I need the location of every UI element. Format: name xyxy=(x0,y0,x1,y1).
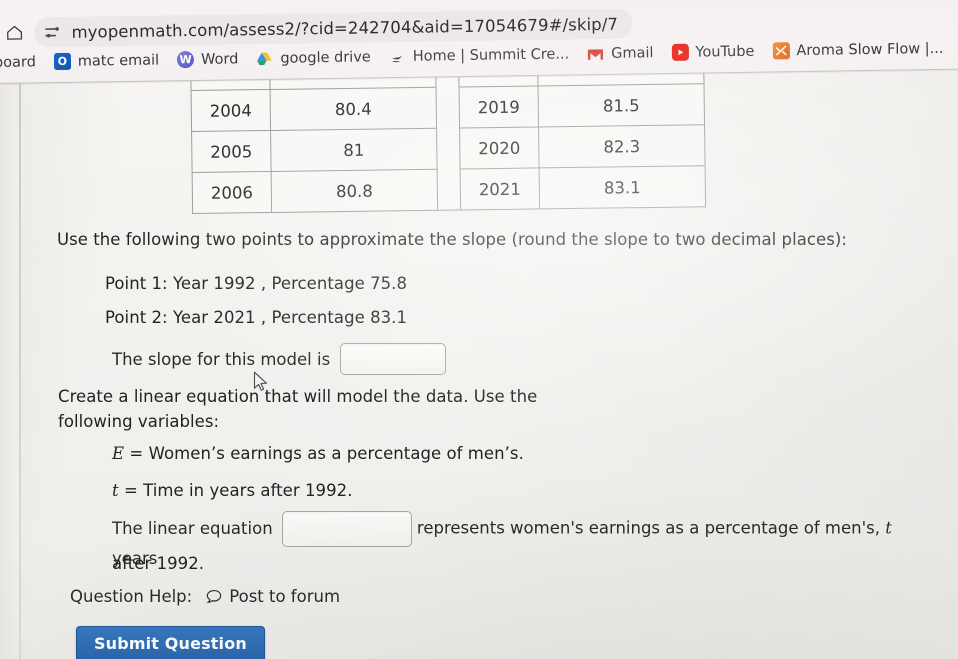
cell-year-right: 2020 xyxy=(459,126,540,169)
microsoft-word-icon: W xyxy=(176,51,195,69)
slope-answer-label: The slope for this model is xyxy=(112,349,331,369)
table-row: 2004 80.4 2019 81.5 xyxy=(191,83,705,132)
cell-year-right: 2019 xyxy=(459,85,539,128)
slope-answer-input[interactable] xyxy=(340,343,447,375)
speech-bubble-icon xyxy=(206,589,222,604)
bookmark-label: YouTube xyxy=(695,43,755,61)
bookmark-label: Word xyxy=(200,50,239,68)
bookmark-google-drive[interactable]: google drive xyxy=(247,45,380,70)
cell-pct-left: 80.4 xyxy=(270,87,437,131)
variable-e-equals: = xyxy=(129,444,144,463)
bookmark-label: matc email xyxy=(77,52,160,70)
aroma-icon xyxy=(772,42,790,60)
create-equation-instruction: Create a linear equation that will model… xyxy=(58,387,538,431)
point-1-text: Point 1: Year 1992 , Percentage 75.8 xyxy=(105,274,408,293)
gmail-icon xyxy=(587,45,604,62)
variable-t-equals: = xyxy=(123,481,138,500)
variable-e-symbol: E xyxy=(112,444,125,463)
home-icon[interactable] xyxy=(4,23,24,43)
bookmark-youtube[interactable]: YouTube xyxy=(662,40,763,64)
bookmark-aroma-slow-flow[interactable]: Aroma Slow Flow |... xyxy=(763,37,952,63)
bookmark-matc-email[interactable]: O matc email xyxy=(45,48,169,73)
cell-spacer xyxy=(436,127,461,170)
bookmark-label: Aroma Slow Flow |... xyxy=(796,40,944,59)
submit-question-button[interactable]: Submit Question xyxy=(76,626,265,659)
cell-year-left: 2005 xyxy=(191,130,272,173)
bookmark-label: Gmail xyxy=(611,44,654,62)
equation-suffix-a: represents women's earnings as a percent… xyxy=(416,518,880,538)
tune-sliders-icon[interactable] xyxy=(43,23,60,40)
cell-year-left: 2004 xyxy=(191,89,271,132)
bookmark-summit-cre[interactable]: Home | Summit Cre... xyxy=(380,42,579,68)
post-to-forum-label: Post to forum xyxy=(229,587,341,606)
table-row: 2005 81 2020 82.3 xyxy=(191,124,706,173)
equation-answer-row: The linear equation represents women's e… xyxy=(112,511,912,571)
bookmark-board[interactable]: board xyxy=(0,51,45,74)
cell-pct-left: 80.8 xyxy=(271,169,438,213)
google-drive-icon xyxy=(256,50,273,67)
variable-t-definition: t = Time in years after 1992. xyxy=(112,479,353,504)
equation-answer-input[interactable] xyxy=(281,511,412,547)
cell-pct-right: 81.5 xyxy=(538,83,705,127)
question-help-row: Question Help: Post to forum xyxy=(70,587,340,606)
youtube-icon xyxy=(671,43,689,61)
variable-e-definition: E = Women’s earnings as a percentage of … xyxy=(112,442,524,467)
cell-pct-right: 83.1 xyxy=(539,165,706,209)
equation-line-2: after 1992. xyxy=(112,554,205,573)
point-2-text: Point 2: Year 2021 , Percentage 83.1 xyxy=(105,308,408,327)
bookmark-gmail[interactable]: Gmail xyxy=(578,41,663,65)
summit-icon xyxy=(389,48,406,65)
bookmark-amazon[interactable]: a amazon xyxy=(952,35,958,59)
address-bar-url: myopenmath.com/assess2/?cid=242704&aid=1… xyxy=(71,14,619,42)
variable-e-text: Women’s earnings as a percentage of men’… xyxy=(148,444,524,463)
cell-pct-right: 82.3 xyxy=(538,124,706,168)
cell-spacer xyxy=(436,86,460,129)
variable-t-symbol: t xyxy=(112,481,119,500)
bookmark-label: Home | Summit Cre... xyxy=(412,45,570,65)
cell-year-left: 2006 xyxy=(192,171,272,214)
bookmark-label: board xyxy=(0,53,36,71)
cell-spacer xyxy=(437,168,461,211)
question-help-label: Question Help: xyxy=(70,587,193,606)
outlook-icon: O xyxy=(53,52,71,71)
slope-instruction-text: Use the following two points to approxim… xyxy=(57,230,847,249)
equation-prefix-label: The linear equation xyxy=(112,519,273,539)
slope-answer-row: The slope for this model is xyxy=(112,343,447,375)
assessment-content: 2003 79.4 2018 81.1 2004 80.4 2019 81.5 … xyxy=(0,0,958,659)
bookmark-word[interactable]: W Word xyxy=(168,47,248,71)
cell-year-right: 2021 xyxy=(460,167,540,210)
post-to-forum-link[interactable]: Post to forum xyxy=(206,587,340,606)
equation-var-t: t xyxy=(885,518,892,538)
variable-t-text: Time in years after 1992. xyxy=(143,481,353,500)
bookmark-label: google drive xyxy=(280,48,371,67)
equation-answer-inline: The linear equation xyxy=(112,511,412,547)
photographed-screen: 2003 79.4 2018 81.1 2004 80.4 2019 81.5 … xyxy=(0,0,958,659)
address-bar[interactable]: myopenmath.com/assess2/?cid=242704&aid=1… xyxy=(34,8,633,48)
cell-pct-left: 81 xyxy=(270,128,438,172)
browser-chrome: myopenmath.com/assess2/?cid=242704&aid=1… xyxy=(0,0,958,84)
table-row: 2006 80.8 2021 83.1 xyxy=(192,165,706,214)
